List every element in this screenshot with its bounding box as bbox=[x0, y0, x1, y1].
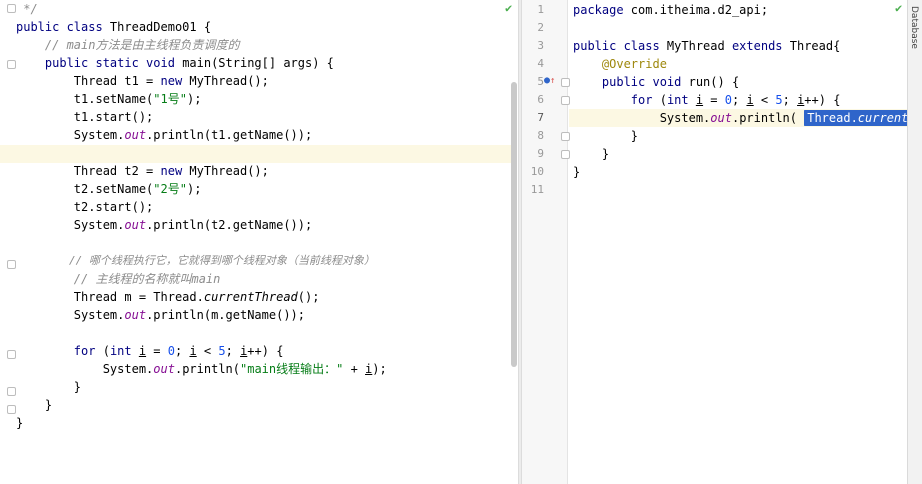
line-number: 3 bbox=[537, 39, 544, 52]
fold-marker-icon[interactable] bbox=[7, 260, 16, 269]
code-line: public class MyThread extends Thread{ bbox=[573, 39, 841, 53]
code-line: // main方法是由主线程负责调度的 bbox=[16, 38, 240, 52]
override-gutter-icon[interactable]: ●↑ bbox=[544, 75, 555, 86]
fold-marker-icon[interactable] bbox=[561, 78, 570, 87]
line-number: 9 bbox=[537, 147, 544, 160]
fold-marker-icon[interactable] bbox=[561, 150, 570, 159]
code-line: public static void main(String[] args) { bbox=[44, 56, 334, 70]
left-editor[interactable]: ✔ */ public class ThreadDemo01 { // main… bbox=[0, 0, 518, 484]
fold-marker-icon[interactable] bbox=[7, 60, 16, 69]
code-line: t2.start(); bbox=[16, 200, 154, 214]
code-line: System.out.println(t2.getName()); bbox=[16, 218, 313, 232]
code-line: } bbox=[573, 165, 581, 179]
code-line: // 主线程的名称就叫main bbox=[16, 272, 221, 286]
vertical-scrollbar[interactable] bbox=[511, 82, 517, 367]
fold-marker-icon[interactable] bbox=[561, 96, 570, 105]
code-line: package com.itheima.d2_api; bbox=[573, 3, 769, 17]
code-line: System.out.println(t1.getName()); bbox=[16, 128, 313, 142]
check-icon: ✔ bbox=[895, 1, 903, 15]
selected-text[interactable]: Thread.currentThrea bbox=[804, 110, 908, 126]
code-line: } bbox=[16, 380, 82, 394]
code-line: System.out.println("main线程输出：" + i); bbox=[16, 362, 387, 376]
code-line: } bbox=[573, 129, 639, 143]
code-line: t1.setName("1号"); bbox=[16, 92, 202, 106]
code-line: // 哪个线程执行它，它就得到哪个线程对象（当前线程对象） bbox=[16, 254, 375, 267]
line-number: 8 bbox=[537, 129, 544, 142]
code-line: @Override bbox=[601, 57, 667, 71]
code-line: Thread t1 = new MyThread(); bbox=[16, 74, 269, 88]
fold-marker-icon[interactable] bbox=[7, 405, 16, 414]
check-icon: ✔ bbox=[505, 1, 513, 15]
code-line: System.out.println( Thread.currentThrea bbox=[573, 109, 908, 127]
line-number: 4 bbox=[537, 57, 544, 70]
line-number: 10 bbox=[530, 165, 544, 178]
right-editor[interactable]: 1 2 3 4 5 6 7 8 9 10 11 ●↑ ✔ package com… bbox=[522, 0, 908, 484]
code-line: } bbox=[16, 416, 24, 430]
fold-marker-icon[interactable] bbox=[7, 387, 16, 396]
code-line: Thread m = Thread.currentThread(); bbox=[16, 290, 320, 304]
line-number-gutter: 1 2 3 4 5 6 7 8 9 10 11 ●↑ bbox=[522, 0, 570, 484]
fold-marker-icon[interactable] bbox=[7, 350, 16, 359]
database-tab-label[interactable]: Database bbox=[909, 6, 919, 49]
code-line: } bbox=[573, 147, 610, 161]
code-line: Thread t2 = new MyThread(); bbox=[16, 164, 269, 178]
code-line: public void run() { bbox=[601, 75, 740, 89]
database-side-tab[interactable]: Database bbox=[907, 0, 922, 484]
line-number: 1 bbox=[537, 3, 544, 16]
code-line: System.out.println(m.getName()); bbox=[16, 308, 306, 322]
code-line: for (int i = 0; i < 5; i++) { bbox=[73, 344, 284, 358]
code-line: t2.setName("2号"); bbox=[16, 182, 202, 196]
line-number: 5 bbox=[537, 75, 544, 88]
code-line: */ bbox=[16, 2, 38, 16]
code-line: t1.start(); bbox=[16, 110, 154, 124]
line-number: 7 bbox=[537, 111, 544, 124]
fold-marker-icon[interactable] bbox=[7, 4, 16, 13]
fold-marker-icon[interactable] bbox=[561, 132, 570, 141]
line-number: 2 bbox=[537, 21, 544, 34]
line-number: 6 bbox=[537, 93, 544, 106]
caret-line-highlight bbox=[0, 145, 512, 163]
line-number: 11 bbox=[530, 183, 544, 196]
code-line: } bbox=[16, 398, 53, 412]
code-line: public class ThreadDemo01 { bbox=[16, 20, 212, 34]
code-line: for (int i = 0; i < 5; i++) { bbox=[630, 93, 841, 107]
